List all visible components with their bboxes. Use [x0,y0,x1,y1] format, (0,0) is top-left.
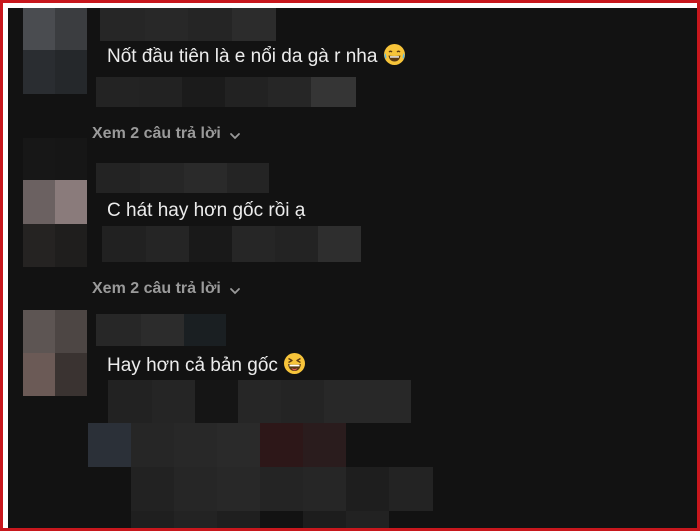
tears-of-joy-emoji [383,44,405,65]
view-replies-button[interactable]: Xem 2 câu trả lời [92,279,241,299]
comment-text: C hát hay hơn gốc rồi ạ [107,200,306,221]
screenshot-frame: Nốt đầu tiên là e nổi da gà r nha Xem 2 … [0,0,700,531]
chevron-down-icon [229,128,241,140]
comment-text: Nốt đầu tiên là e nổi da gà r nha [107,44,405,69]
comment-text: Hay hơn cả bản gốc [107,353,306,378]
comment-section: Nốt đầu tiên là e nổi da gà r nha Xem 2 … [8,8,697,528]
view-replies-button[interactable]: Xem 2 câu trả lời [92,124,241,144]
chevron-down-icon [229,283,241,295]
squinting-laugh-emoji [284,353,306,374]
